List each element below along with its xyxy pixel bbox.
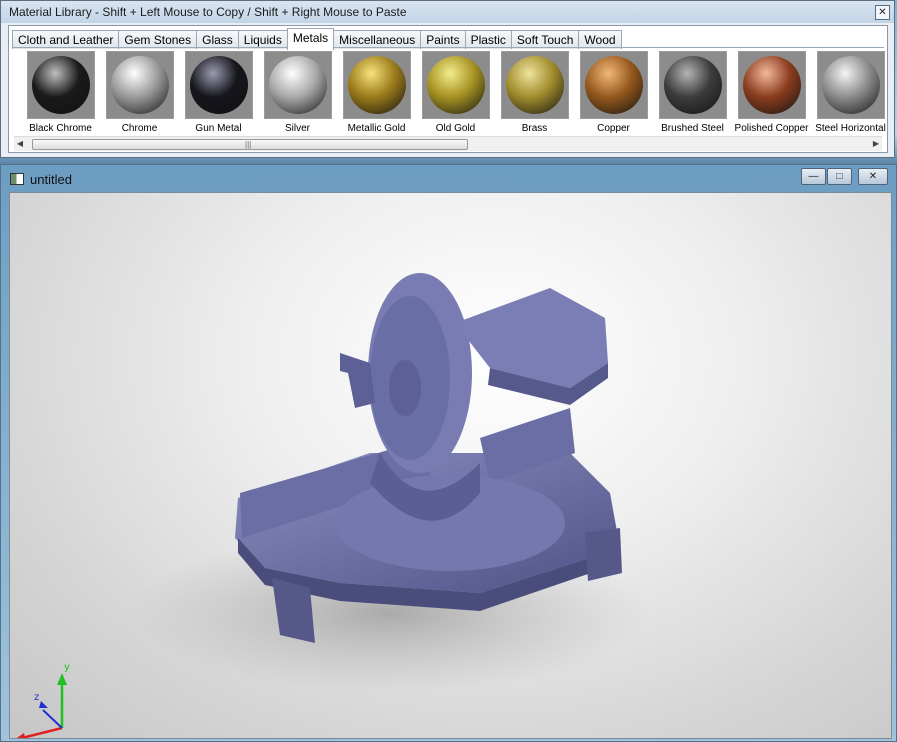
- z-axis-arrow: [39, 701, 48, 708]
- material-swatch-copper[interactable]: Copper: [574, 51, 653, 134]
- material-sphere-icon: [584, 56, 643, 114]
- material-label: Old Gold: [435, 123, 476, 134]
- swatch-frame: [816, 51, 885, 119]
- axis-triad-icon: y z: [16, 662, 70, 738]
- material-sphere-icon: [31, 56, 90, 114]
- material-swatch-old-gold[interactable]: Old Gold: [416, 51, 495, 134]
- material-sphere-icon: [505, 56, 564, 114]
- swatch-frame: [26, 51, 95, 119]
- material-library-title: Material Library - Shift + Left Mouse to…: [9, 5, 407, 19]
- material-category-tabs: Cloth and Leather Gem Stones Glass Liquids M…: [12, 28, 622, 50]
- material-library-window: Material Library - Shift + Left Mouse to…: [0, 0, 895, 158]
- 3d-viewport[interactable]: y z: [9, 192, 892, 739]
- material-label: Gun Metal: [195, 123, 242, 134]
- material-label: Brushed Steel: [661, 123, 724, 134]
- swatch-frame: [421, 51, 490, 119]
- material-sphere-icon: [347, 56, 406, 114]
- z-axis: [42, 709, 63, 729]
- close-icon[interactable]: ✕: [858, 168, 888, 185]
- material-sphere-icon: [189, 56, 248, 114]
- x-axis-arrow: [16, 733, 26, 738]
- material-label: Black Chrome: [29, 123, 92, 134]
- material-library-titlebar[interactable]: Material Library - Shift + Left Mouse to…: [1, 1, 894, 23]
- material-swatch-steel-horizontal[interactable]: Steel Horizontal: [811, 51, 890, 134]
- material-swatch-gun-metal[interactable]: Gun Metal: [179, 51, 258, 134]
- material-label: Metallic Gold: [347, 123, 406, 134]
- minimize-icon[interactable]: —: [801, 168, 826, 185]
- close-icon[interactable]: ✕: [875, 5, 890, 20]
- material-label: Brass: [521, 123, 548, 134]
- scroll-left-icon[interactable]: ◀: [14, 137, 26, 151]
- material-sphere-icon: [110, 56, 169, 114]
- material-swatch-silver[interactable]: Silver: [258, 51, 337, 134]
- material-swatch-brushed-steel[interactable]: Brushed Steel: [653, 51, 732, 134]
- material-label: Copper: [597, 123, 630, 134]
- y-axis-arrow: [57, 673, 67, 685]
- horizontal-scrollbar[interactable]: ◀ ||| ▶: [14, 136, 882, 151]
- scrollbar-thumb[interactable]: |||: [32, 139, 468, 150]
- material-sphere-icon: [821, 56, 880, 114]
- z-axis-label: z: [34, 692, 39, 703]
- material-label: Polished Copper: [734, 123, 809, 134]
- material-swatch-black-chrome[interactable]: Black Chrome: [21, 51, 100, 134]
- material-library-panel: Cloth and Leather Gem Stones Glass Liquids M…: [8, 25, 888, 153]
- saw-leg-right: [585, 528, 622, 581]
- swatch-frame: [500, 51, 569, 119]
- tab-metals[interactable]: Metals: [286, 28, 335, 50]
- maximize-icon[interactable]: □: [827, 168, 852, 185]
- grip-icon: |||: [245, 140, 252, 149]
- material-label: Silver: [284, 123, 310, 134]
- swatch-frame: [263, 51, 332, 119]
- material-swatch-list: Black Chrome Chrome Gun Metal Silver Metalli…: [21, 51, 890, 134]
- miter-saw-model[interactable]: [10, 193, 892, 739]
- y-axis-label: y: [64, 662, 70, 673]
- viewport-window: untitled — □ ✕ y z: [0, 164, 897, 742]
- swatch-frame: [184, 51, 253, 119]
- material-sphere-icon: [742, 56, 801, 114]
- x-axis: [21, 726, 63, 738]
- material-sphere-icon: [426, 56, 485, 114]
- material-swatch-polished-copper[interactable]: Polished Copper: [732, 51, 811, 134]
- material-sphere-icon: [663, 56, 722, 114]
- viewport-titlebar[interactable]: untitled — □ ✕: [1, 165, 896, 191]
- material-swatch-brass[interactable]: Brass: [495, 51, 574, 134]
- material-swatch-metallic-gold[interactable]: Metallic Gold: [337, 51, 416, 134]
- saw-motor: [455, 288, 608, 388]
- material-sphere-icon: [268, 56, 327, 114]
- saw-arbor: [389, 360, 421, 416]
- material-label: Steel Horizontal: [815, 123, 886, 134]
- material-label: Chrome: [121, 123, 158, 134]
- window-icon: [10, 173, 24, 185]
- material-swatch-chrome[interactable]: Chrome: [100, 51, 179, 134]
- swatch-frame: [342, 51, 411, 119]
- viewport-title: untitled: [30, 172, 72, 187]
- swatch-frame: [579, 51, 648, 119]
- tab-divider: [12, 47, 884, 48]
- swatch-frame: [105, 51, 174, 119]
- swatch-frame: [737, 51, 806, 119]
- swatch-frame: [658, 51, 727, 119]
- scroll-right-icon[interactable]: ▶: [870, 137, 882, 151]
